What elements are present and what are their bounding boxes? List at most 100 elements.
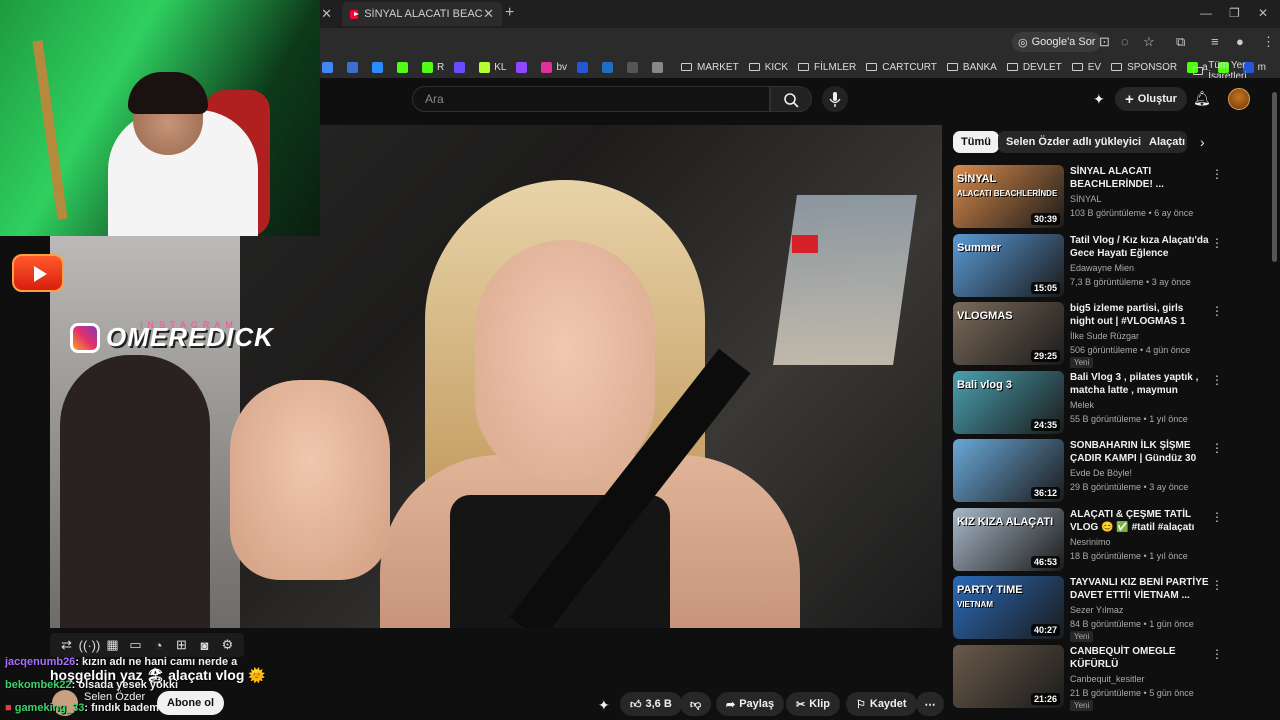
broadcast-icon[interactable]: ((·))	[79, 637, 101, 654]
chevron-right-icon[interactable]: ›	[1200, 134, 1205, 150]
bookmark-folder[interactable]: DEVLET	[1006, 62, 1062, 73]
bookmark-folder[interactable]: BANKA	[946, 62, 997, 73]
extensions-icon[interactable]: ⧉	[1176, 34, 1185, 50]
related-video-item[interactable]: Bali vlog 3 24:35 Bali Vlog 3 , pilates ya…	[953, 370, 1228, 437]
camera-icon[interactable]: ◙	[196, 637, 213, 654]
speedometer-icon[interactable]: ◔	[150, 637, 167, 654]
related-video-item[interactable]: SİNYAL ALACATI BEACHLERİNDE 30:39 SİNYAL AL…	[953, 165, 1228, 231]
video-title[interactable]: Bali Vlog 3 , pilates yaptık , matcha la…	[1070, 371, 1210, 397]
clip-button[interactable]: ✂ Klip	[786, 692, 840, 716]
more-vertical-icon[interactable]: ⋮	[1211, 647, 1223, 661]
more-vertical-icon[interactable]: ⋮	[1211, 373, 1223, 387]
window-icon[interactable]: ▭	[127, 637, 144, 654]
video-channel[interactable]: Canbequit_kesitler	[1070, 674, 1145, 684]
bookmark-item[interactable]	[372, 61, 387, 73]
install-app-icon[interactable]: ⊡	[1099, 34, 1110, 50]
ask-google-button[interactable]: ◎ Google'a Sor	[1012, 32, 1102, 52]
chip-alacati[interactable]: Alaçatı ş	[1141, 131, 1187, 153]
more-vertical-icon[interactable]: ⋮	[1211, 236, 1223, 250]
bookmark-item[interactable]	[652, 61, 667, 73]
video-title[interactable]: Tatil Vlog / Kız kıza Alaçatı'da Gece Ha…	[1070, 234, 1210, 260]
new-tab-button[interactable]: +	[505, 4, 514, 22]
bookmark-item[interactable]: KL	[479, 61, 506, 73]
bookmark-item[interactable]	[397, 61, 412, 73]
video-title[interactable]: big5 izleme partisi, girls night out | #…	[1070, 302, 1210, 328]
cast-icon[interactable]: ✦	[1093, 91, 1105, 108]
browser-tab-active[interactable]: SİNYAL ALACATI BEACHLERİNDE ✕	[342, 2, 502, 26]
search-button[interactable]	[770, 86, 812, 112]
like-button[interactable]: 👍︎ 3,6 B	[620, 692, 682, 716]
subscribe-button[interactable]: Abone ol	[157, 691, 225, 715]
video-channel[interactable]: Evde De Böyle!	[1070, 468, 1132, 478]
video-title[interactable]: SİNYAL ALACATI BEACHLERİNDE! ...	[1070, 165, 1210, 191]
bookmark-item[interactable]: R	[422, 61, 444, 73]
close-icon[interactable]: ✕	[483, 6, 494, 22]
video-title[interactable]: ALAÇATI & ÇEŞME TATİL VLOG 😊 ✅ #tatil #a…	[1070, 508, 1210, 534]
bookmark-folder[interactable]: MARKET	[681, 62, 739, 73]
video-thumbnail[interactable]: 21:26	[953, 644, 1064, 708]
share-button[interactable]: ➦ Paylaş	[716, 692, 785, 716]
bookmark-folder[interactable]: EV	[1071, 62, 1101, 73]
more-actions-button[interactable]: ⋯	[916, 692, 944, 716]
video-channel[interactable]: Nesrinimo	[1070, 537, 1111, 547]
video-channel[interactable]: Edawayne Mien	[1070, 263, 1134, 273]
dislike-button[interactable]: 👎︎	[680, 692, 712, 716]
eye-off-icon[interactable]: ◌	[1121, 34, 1129, 49]
repeat-icon[interactable]: ⇄	[58, 637, 75, 654]
video-thumbnail[interactable]: VLOGMAS 29:25	[953, 302, 1064, 365]
bookmark-item[interactable]	[627, 61, 642, 73]
more-vertical-icon[interactable]: ⋮	[1211, 578, 1223, 592]
bookmark-item[interactable]	[577, 61, 592, 73]
bookmark-item[interactable]: bv	[541, 61, 567, 73]
more-vertical-icon[interactable]: ⋮	[1211, 441, 1223, 455]
bookmark-folder[interactable]: SPONSOR	[1111, 62, 1177, 73]
bookmark-folder[interactable]: KICK	[748, 62, 788, 73]
scrollbar[interactable]	[1272, 92, 1277, 262]
gear-icon[interactable]: ⚙	[219, 637, 236, 654]
bookmark-item[interactable]	[347, 61, 362, 73]
sparkle-icon[interactable]: ✦	[598, 697, 610, 714]
minimize-button[interactable]: —	[1200, 6, 1212, 20]
related-video-item[interactable]: PARTY TIME VIETNAM 40:27 TAYVANLI KIZ BENİ …	[953, 576, 1228, 642]
add-box-icon[interactable]: ⊞	[173, 637, 190, 654]
avatar[interactable]	[1228, 88, 1250, 110]
video-channel[interactable]: Melek	[1070, 400, 1094, 410]
more-vertical-icon[interactable]: ⋮	[1211, 167, 1223, 181]
bookmark-folder[interactable]: FİLMLER	[798, 62, 856, 73]
search-input[interactable]: Ara	[412, 86, 770, 112]
video-title[interactable]: SONBAHARIN İLK ŞİŞME ÇADIR KAMPI | Gündü…	[1070, 439, 1210, 465]
bookmark-folder[interactable]: CARTCURT	[866, 62, 937, 73]
related-video-item[interactable]: 21:26 CANBEQUİT OMEGLE KÜFÜRLÜ Canbequit_k…	[953, 644, 1228, 711]
related-video-item[interactable]: 36:12 SONBAHARIN İLK ŞİŞME ÇADIR KAMPI | …	[953, 439, 1228, 505]
close-window-button[interactable]: ✕	[1258, 6, 1268, 20]
video-thumbnail[interactable]: Summer 15:05	[953, 233, 1064, 297]
video-channel[interactable]: SİNYAL	[1070, 194, 1101, 204]
bookmark-item[interactable]	[322, 61, 337, 73]
reading-list-icon[interactable]: ≡	[1211, 34, 1219, 49]
address-bar-area[interactable]	[320, 28, 1280, 56]
related-video-item[interactable]: VLOGMAS 29:25 big5 izleme partisi, girls n…	[953, 302, 1228, 368]
maximize-button[interactable]: ❐	[1229, 6, 1240, 20]
bookmark-item[interactable]	[454, 61, 469, 73]
related-video-item[interactable]: KIZ KIZA ALAÇATI 46:53 ALAÇATI & ÇEŞME TAT…	[953, 507, 1228, 574]
profile-icon[interactable]: ●	[1236, 34, 1244, 49]
related-video-item[interactable]: Summer 15:05 Tatil Vlog / Kız kıza Alaçatı…	[953, 233, 1228, 300]
video-channel[interactable]: İlke Sude Rüzgar	[1070, 331, 1139, 341]
more-vertical-icon[interactable]: ⋮	[1211, 510, 1223, 524]
video-thumbnail[interactable]: KIZ KIZA ALAÇATI 46:53	[953, 507, 1064, 571]
video-title[interactable]: CANBEQUİT OMEGLE KÜFÜRLÜ	[1070, 645, 1210, 671]
notifications-bell-icon[interactable]: 🔔︎	[1193, 90, 1211, 107]
more-vertical-icon[interactable]: ⋮	[1211, 304, 1223, 318]
chip-all[interactable]: Tümü	[953, 131, 999, 153]
create-button[interactable]: + Oluştur	[1115, 87, 1187, 111]
bookmark-item[interactable]	[516, 61, 531, 73]
save-button[interactable]: ⚐ Kaydet	[846, 692, 917, 716]
close-icon[interactable]: ✕	[321, 6, 332, 22]
video-channel[interactable]: Sezer Yılmaz	[1070, 605, 1123, 615]
star-icon[interactable]: ☆	[1143, 34, 1155, 50]
video-thumbnail[interactable]: SİNYAL ALACATI BEACHLERİNDE 30:39	[953, 165, 1064, 228]
video-thumbnail[interactable]: Bali vlog 3 24:35	[953, 370, 1064, 434]
clapperboard-icon[interactable]: ▦	[104, 637, 121, 654]
menu-icon[interactable]: ⋮	[1262, 34, 1275, 50]
video-thumbnail[interactable]: 36:12	[953, 439, 1064, 502]
